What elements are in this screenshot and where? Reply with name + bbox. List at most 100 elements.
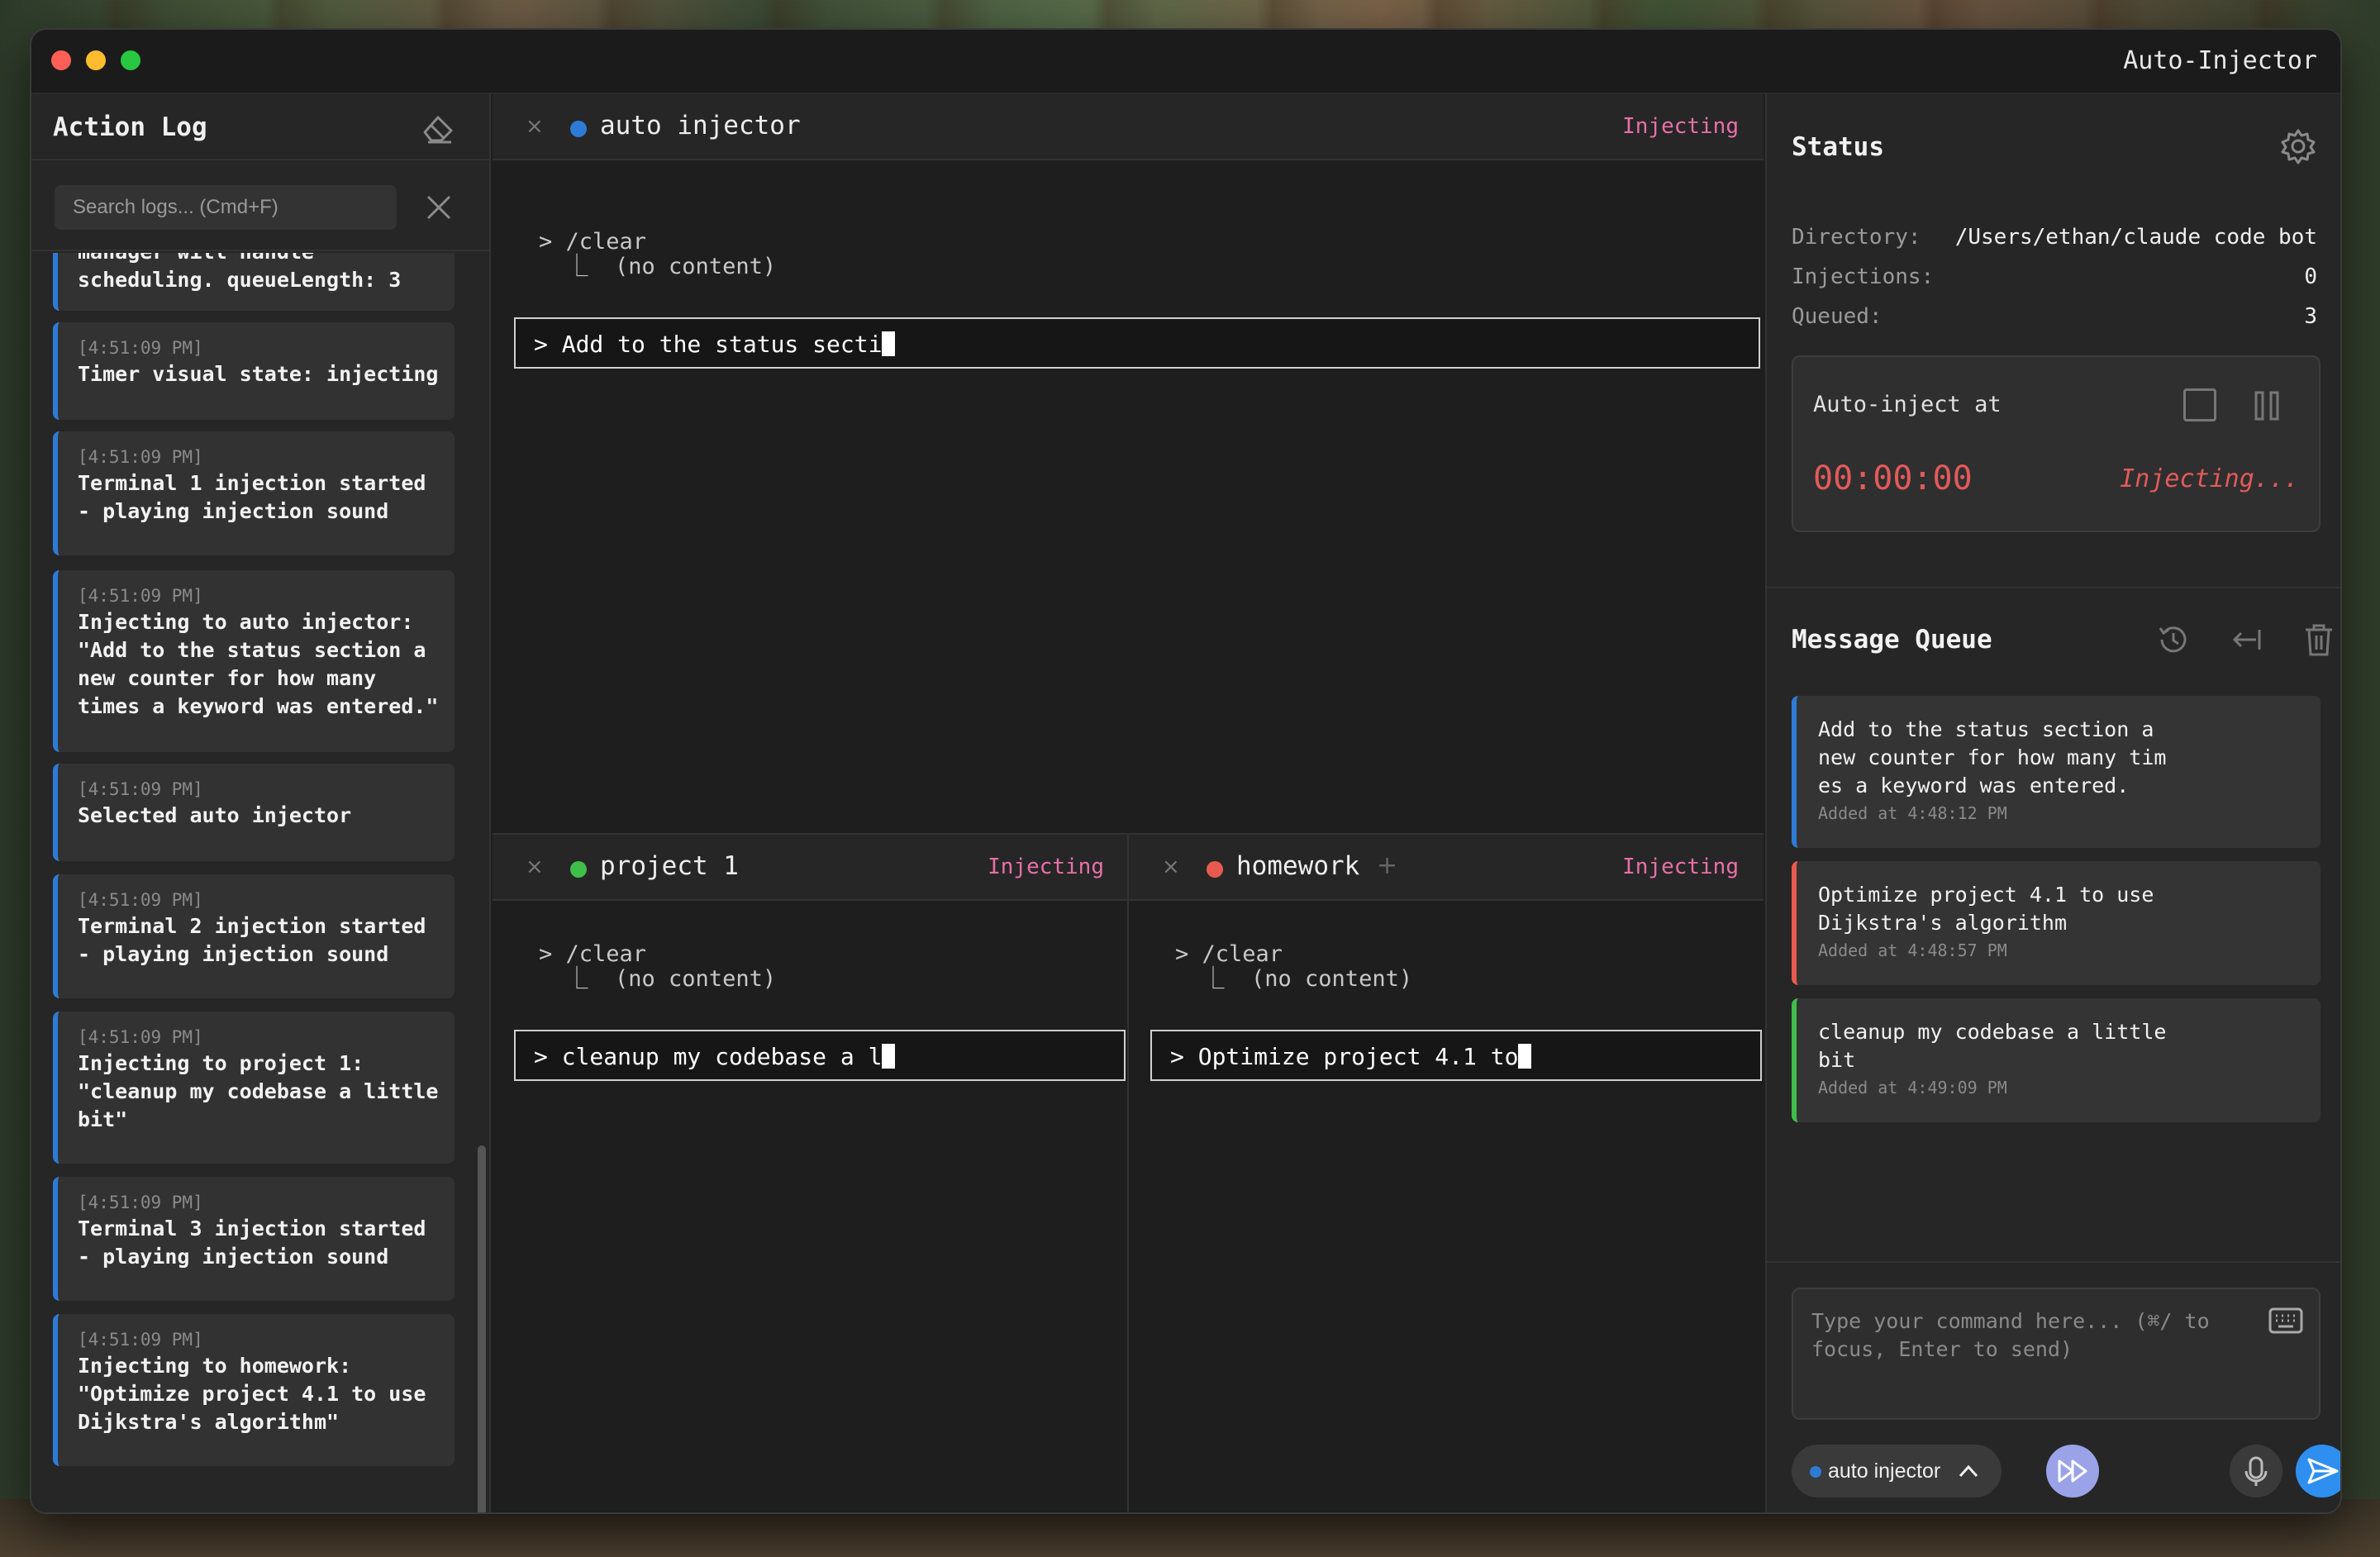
terminal-name: project 1	[600, 851, 739, 881]
log-time: [4:51:09 PM]	[78, 1330, 203, 1350]
terminal-output-command: > /clear	[539, 229, 647, 255]
send-button[interactable]	[2296, 1445, 2340, 1497]
status-panel: Status Directory: /Users/ethan/claude co…	[1765, 94, 2340, 1512]
action-log-title: Action Log	[53, 112, 207, 142]
log-time: [4:51:09 PM]	[78, 447, 203, 467]
log-scrollbar[interactable]	[478, 1145, 486, 1512]
status-injections: Injections: 0	[1792, 264, 2317, 298]
queue-item-time: Added at 4:48:57 PM	[1818, 940, 2007, 960]
minimize-window-button[interactable]	[86, 50, 106, 70]
terminal-header-project-1[interactable]: × project 1 Injecting	[493, 835, 1127, 901]
log-message: Injecting to auto injector: "Add to the …	[78, 610, 439, 718]
log-entry: [4:51:09 PM] Selected auto injector	[53, 764, 455, 861]
app-title: Auto-Injector	[2123, 46, 2317, 75]
terminal-header-auto-injector[interactable]: × auto injector Injecting	[493, 94, 1764, 160]
queue-item[interactable]: Add to the status section a new counter …	[1792, 696, 2320, 848]
terminal-input-text: > cleanup my codebase a l	[534, 1043, 883, 1070]
arrow-left-to-line-icon[interactable]	[2226, 620, 2266, 659]
terminal-input-text: > Add to the status secti	[534, 331, 883, 358]
terminal-output-result: ⎿ (no content)	[539, 254, 777, 279]
terminal-header-homework[interactable]: × homework + Injecting	[1129, 835, 1764, 901]
queue-item-text: Add to the status section a new counter …	[1818, 717, 2167, 798]
log-message: manager will handle scheduling. queueLen…	[78, 253, 402, 292]
terminal-status-dot	[570, 121, 587, 137]
command-box	[1792, 1288, 2320, 1420]
divider	[1767, 587, 2340, 588]
log-message: Terminal 1 injection started - playing i…	[78, 471, 426, 523]
eraser-icon[interactable]	[418, 109, 456, 147]
queue-title: Message Queue	[1792, 625, 1992, 655]
action-log-panel: Action Log manager will handle schedulin…	[31, 94, 491, 1512]
auto-inject-box: Auto-inject at 00:00:00 Injecting...	[1792, 355, 2320, 532]
queue-item-time: Added at 4:48:12 PM	[1818, 803, 2007, 823]
log-time: [4:51:09 PM]	[78, 1027, 203, 1047]
target-label: auto injector	[1828, 1459, 1941, 1483]
log-entry: manager will handle scheduling. queueLen…	[53, 253, 455, 311]
log-list: manager will handle scheduling. queueLen…	[53, 253, 455, 1512]
close-window-button[interactable]	[51, 50, 71, 70]
status-title: Status	[1792, 132, 1884, 162]
status-label: Injections:	[1792, 264, 1935, 289]
fast-forward-icon	[2058, 1459, 2087, 1483]
chevron-up-icon	[1959, 1464, 1978, 1478]
terminal-status: Injecting	[988, 855, 1104, 879]
fast-forward-button[interactable]	[2046, 1445, 2099, 1497]
log-search-row	[31, 160, 489, 251]
terminal-output-result: ⎿ (no content)	[539, 966, 777, 992]
auto-inject-checkbox[interactable]	[2183, 388, 2216, 421]
status-label: Queued:	[1792, 304, 1883, 329]
terminal-output: > /clear ⎿ (no content)	[1175, 942, 1412, 992]
close-terminal-button[interactable]: ×	[526, 855, 544, 879]
log-time: [4:51:09 PM]	[78, 779, 203, 799]
terminal-output-command: > /clear	[1175, 941, 1283, 967]
terminal-status: Injecting	[1622, 114, 1739, 139]
close-terminal-button[interactable]: ×	[526, 114, 544, 139]
status-value: /Users/ethan/claude code bot	[1954, 225, 2317, 250]
pause-icon[interactable]	[2253, 390, 2281, 421]
log-time: [4:51:09 PM]	[78, 1193, 203, 1212]
log-entry: [4:51:09 PM] Terminal 2 injection starte…	[53, 874, 455, 998]
log-message: Timer visual state: injecting	[78, 362, 439, 386]
status-directory: Directory: /Users/ethan/claude code bot	[1792, 225, 2317, 258]
terminal-name: homework	[1236, 851, 1360, 881]
terminal-status-dot	[570, 861, 587, 878]
keyboard-icon[interactable]	[2268, 1306, 2304, 1336]
text-cursor	[882, 331, 896, 356]
terminal-input-auto-injector[interactable]: > Add to the status secti	[514, 317, 1760, 369]
trash-icon[interactable]	[2299, 620, 2339, 659]
log-time: [4:51:09 PM]	[78, 890, 203, 910]
status-label: Directory:	[1792, 225, 1921, 250]
log-time: [4:51:09 PM]	[78, 338, 203, 358]
terminal-input-project-1[interactable]: > cleanup my codebase a l	[514, 1030, 1126, 1081]
queue-item-text: cleanup my codebase a little bit	[1818, 1020, 2167, 1072]
log-search-input[interactable]	[55, 185, 397, 230]
target-dot	[1810, 1466, 1821, 1478]
text-cursor	[1518, 1044, 1532, 1069]
add-terminal-button[interactable]: +	[1377, 851, 1397, 880]
target-terminal-selector[interactable]: auto injector	[1792, 1445, 2002, 1497]
action-log-header: Action Log	[31, 94, 489, 160]
terminal-output-command: > /clear	[539, 941, 647, 967]
queue-item[interactable]: cleanup my codebase a little bit Added a…	[1792, 998, 2320, 1122]
terminal-name: auto injector	[600, 111, 801, 140]
titlebar: Auto-Injector	[31, 30, 2340, 94]
maximize-window-button[interactable]	[121, 50, 140, 70]
close-icon[interactable]	[425, 193, 453, 221]
auto-inject-label: Auto-inject at	[1813, 392, 2002, 417]
log-message: Terminal 3 injection started - playing i…	[78, 1217, 426, 1269]
queue-item[interactable]: Optimize project 4.1 to use Dijkstra's a…	[1792, 861, 2320, 985]
history-icon[interactable]	[2154, 620, 2193, 659]
terminal-input-homework[interactable]: > Optimize project 4.1 to	[1150, 1030, 1762, 1081]
send-icon	[2307, 1458, 2339, 1484]
close-terminal-button[interactable]: ×	[1162, 855, 1180, 879]
log-message: Injecting to homework: "Optimize project…	[78, 1354, 426, 1434]
gear-icon[interactable]	[2279, 127, 2317, 165]
log-message: Terminal 2 injection started - playing i…	[78, 914, 426, 966]
divider	[1767, 1261, 2340, 1263]
microphone-button[interactable]	[2230, 1445, 2282, 1497]
text-cursor	[882, 1044, 896, 1069]
terminal-input-text: > Optimize project 4.1 to	[1170, 1043, 1519, 1070]
command-input[interactable]	[1811, 1307, 2274, 1398]
terminals-area: × auto injector Injecting > /clear ⎿ (no…	[493, 94, 1764, 1512]
divider	[1127, 835, 1129, 1512]
